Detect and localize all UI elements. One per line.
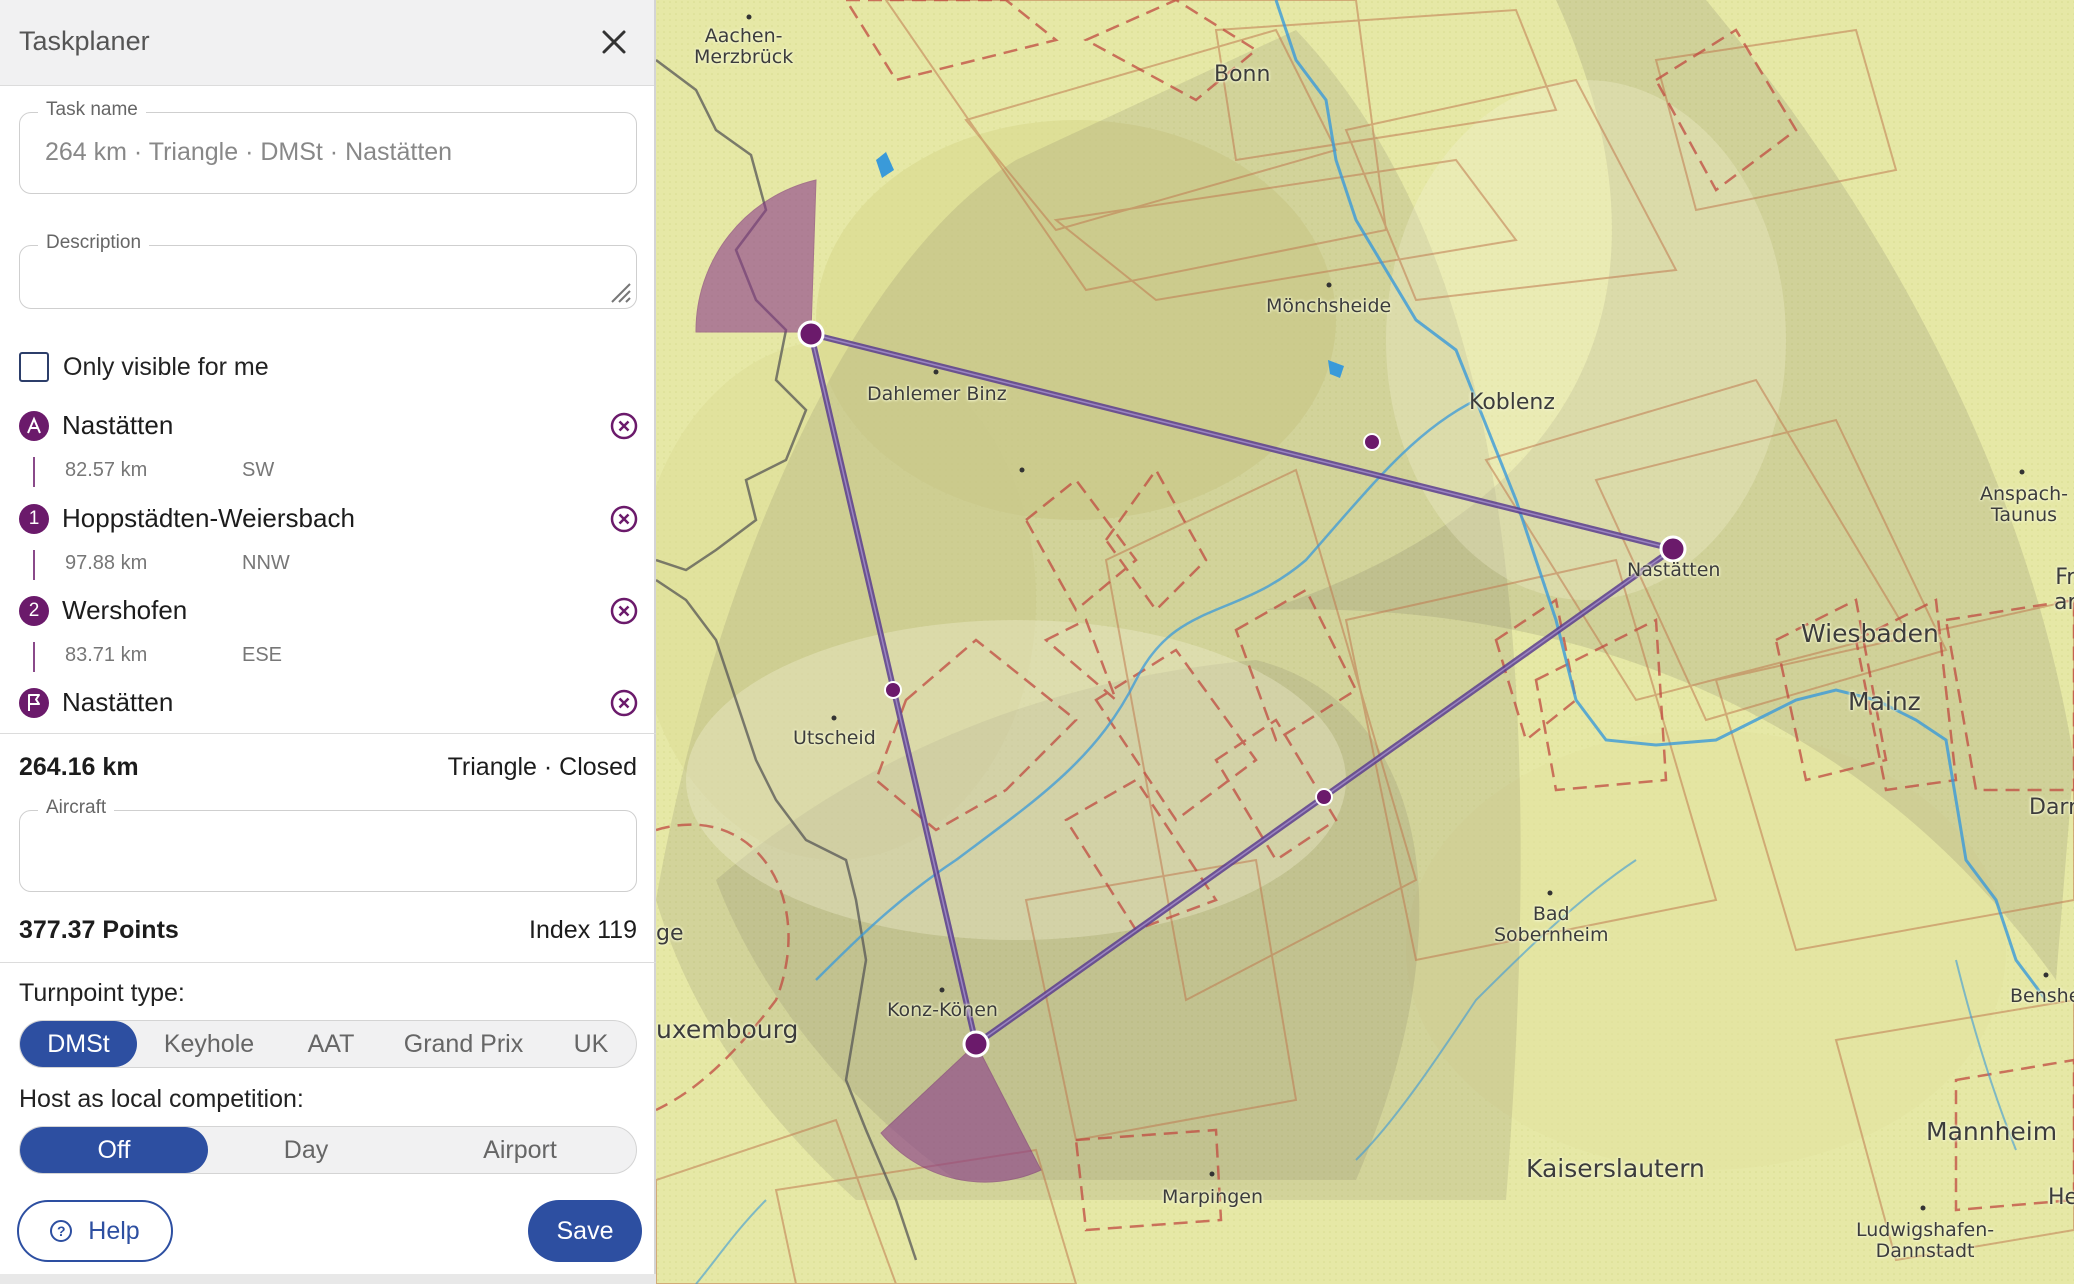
place-label: Mönchsheide [1266,295,1392,317]
turnpoint-number-badge: 2 [19,596,49,626]
leg-direction: SW [242,459,275,481]
save-button[interactable]: Save [528,1200,642,1262]
place-label: Koblenz [1469,390,1555,415]
leg-info: 97.88 km NNW [33,550,433,580]
task-type: Triangle · Closed [447,753,637,781]
leg-info: 82.57 km SW [33,457,433,487]
competition-label: Host as local competition: [19,1085,304,1113]
turnpoint-name: Hoppstädten-Weiersbach [62,503,355,533]
turnpoint-row[interactable]: 1 Hoppstädten-Weiersbach [19,501,639,537]
turnpoint-row[interactable]: Nastätten [19,685,639,721]
resize-handle-icon[interactable] [608,280,632,304]
place-label: Ludwigshafen- Dannstadt [1856,1219,1995,1263]
panel-footer-strip [0,1274,656,1284]
task-name-field[interactable]: Task name 264 km · Triangle · DMSt · Nas… [19,99,637,194]
place-label: Nastätten [1627,559,1721,581]
only-visible-row[interactable]: Only visible for me [19,352,269,382]
description-field[interactable]: Description [19,232,637,309]
turnpoint-type-grand-prix[interactable]: Grand Prix [381,1021,546,1067]
close-icon[interactable] [594,22,634,62]
leg-midpoint[interactable] [1315,788,1333,806]
task-name-value: 264 km · Triangle · DMSt · Nastätten [45,138,453,166]
turnpoint-type-label: Turnpoint type: [19,979,185,1007]
divider [0,962,656,963]
remove-turnpoint-icon[interactable] [609,596,639,626]
place-label: Utscheid [793,727,876,749]
aircraft-label: Aircraft [38,797,115,819]
remove-turnpoint-icon[interactable] [609,504,639,534]
leg-midpoint[interactable] [884,681,902,699]
turnpoint-number-badge: 1 [19,504,49,534]
points-value: 377.37 Points [19,916,179,944]
place-label: Bad Sobernheim [1494,903,1609,947]
divider [0,733,656,734]
turnpoint-nastaetten[interactable] [1659,535,1687,563]
competition-day[interactable]: Day [208,1127,404,1173]
points-summary: 377.37 Points Index 119 [19,916,637,950]
place-label: Darr [2029,795,2074,820]
place-label: Marpingen [1162,1186,1264,1208]
place-label: Dahlemer Binz [867,383,1007,405]
leg-distance: 82.57 km [65,459,148,481]
place-label: Fr ar [2054,565,2074,615]
total-distance: 264.16 km [19,753,139,781]
turnpoint-name: Nastätten [62,410,174,440]
leg-distance: 83.71 km [65,644,148,666]
turnpoint-hoppstaedten[interactable] [962,1030,990,1058]
map-view[interactable]: Aachen- Merzbrück Bonn Mönchsheide Dahlem… [656,0,2074,1284]
fai-light [1386,80,1786,600]
place-label: ge [656,921,684,946]
help-label: Help [88,1216,140,1245]
panel-header: Taskplaner [0,0,654,86]
aircraft-field[interactable]: Aircraft [19,797,637,892]
fai-light [686,620,1346,940]
distance-summary: 264.16 km Triangle · Closed [19,753,637,787]
turnpoint-wershofen[interactable] [797,320,825,348]
place-label: Anspach- Taunus [1980,483,2068,527]
only-visible-label: Only visible for me [63,352,269,381]
turnpoint-name: Nastätten [62,687,174,717]
turnpoint-type-uk[interactable]: UK [546,1021,636,1067]
turnpoint-type-selector[interactable]: DMSt Keyhole AAT Grand Prix UK [19,1020,637,1068]
place-label: Wiesbaden [1801,619,1939,648]
place-label: Mainz [1848,687,1921,716]
place-label: Mannheim [1926,1117,2058,1146]
finish-flag-icon [19,688,49,718]
leg-direction: NNW [242,552,290,574]
start-badge-icon [19,411,49,441]
leg-distance: 97.88 km [65,552,148,574]
place-label: He [2048,1185,2074,1210]
turnpoint-row[interactable]: 2 Wershofen [19,593,639,629]
help-button[interactable]: ? Help [17,1200,173,1262]
competition-airport[interactable]: Airport [404,1127,636,1173]
leg-midpoint[interactable] [1363,433,1381,451]
place-label: Bonn [1214,62,1271,87]
competition-off[interactable]: Off [20,1127,208,1173]
leg-info: 83.71 km ESE [33,642,433,672]
only-visible-checkbox[interactable] [19,352,49,382]
turnpoint-type-dmst[interactable]: DMSt [20,1021,137,1067]
place-label: Konz-Könen [887,999,998,1021]
turnpoint-type-aat[interactable]: AAT [281,1021,381,1067]
turnpoint-row[interactable]: Nastätten [19,408,639,444]
taskplaner-panel: Taskplaner Task name 264 km · Triangle ·… [0,0,656,1284]
place-label: Kaiserslautern [1526,1154,1705,1183]
turnpoint-name: Wershofen [62,595,188,625]
task-name-label: Task name [38,99,146,121]
turnpoint-type-keyhole[interactable]: Keyhole [137,1021,281,1067]
competition-selector[interactable]: Off Day Airport [19,1126,637,1174]
panel-title: Taskplaner [19,26,150,56]
remove-turnpoint-icon[interactable] [609,411,639,441]
help-icon: ? [50,1220,73,1242]
place-label: uxembourg [656,1015,799,1044]
place-label: Benshe [2010,985,2074,1007]
index-value: Index 119 [529,916,637,944]
place-label: Aachen- Merzbrück [694,25,794,69]
leg-direction: ESE [242,644,283,666]
remove-turnpoint-icon[interactable] [609,688,639,718]
description-label: Description [38,232,150,254]
